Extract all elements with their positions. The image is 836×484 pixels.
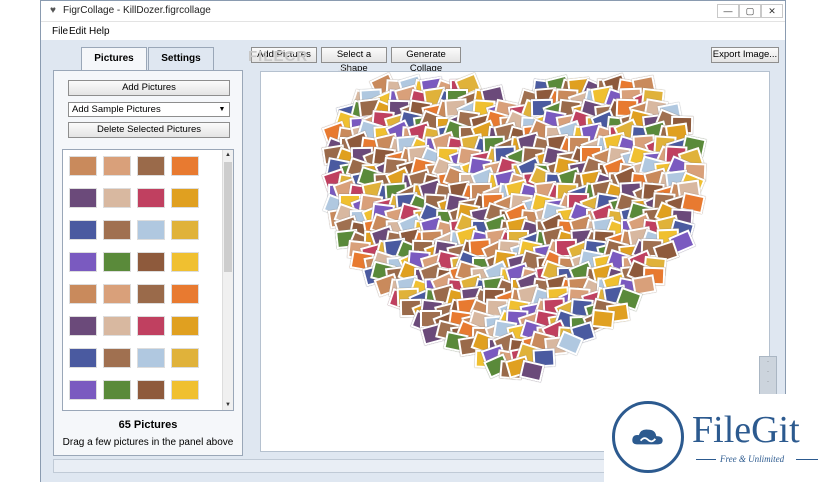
tab-settings[interactable]: Settings bbox=[148, 47, 214, 71]
sample-pictures-select[interactable]: Add Sample Pictures ▼ bbox=[68, 102, 230, 117]
menu-bar: File Edit Help bbox=[41, 22, 785, 40]
thumbnail-image[interactable] bbox=[171, 220, 199, 240]
tagline-rule-left bbox=[696, 459, 716, 460]
add-pictures-button[interactable]: Add Pictures bbox=[68, 80, 230, 96]
thumbnail-image[interactable] bbox=[171, 156, 199, 176]
window-title: FigrCollage - KillDozer.figrcollage bbox=[63, 5, 211, 16]
watermark-brand: FILECR bbox=[248, 48, 309, 65]
thumbnail-image[interactable] bbox=[69, 220, 97, 240]
tab-pictures[interactable]: Pictures bbox=[81, 47, 147, 71]
close-button[interactable]: ✕ bbox=[761, 4, 783, 18]
thumbnail-image[interactable] bbox=[103, 188, 131, 208]
thumbnail-image[interactable] bbox=[69, 188, 97, 208]
filegit-tagline: Free & Unlimited bbox=[720, 454, 785, 464]
thumbnail-image[interactable] bbox=[137, 188, 165, 208]
thumbnail-image[interactable] bbox=[103, 220, 131, 240]
thumbnail-image[interactable] bbox=[171, 252, 199, 272]
thumbnail-image[interactable] bbox=[137, 380, 165, 400]
maximize-button[interactable]: ▢ bbox=[739, 4, 761, 18]
thumbnail-scrollbar[interactable]: ▲ ▼ bbox=[222, 150, 233, 410]
menu-help[interactable]: Help bbox=[89, 26, 110, 37]
thumbnail-list[interactable]: ▲ ▼ bbox=[62, 149, 234, 411]
thumbnail-image[interactable] bbox=[103, 316, 131, 336]
delete-selected-button[interactable]: Delete Selected Pictures bbox=[68, 122, 230, 138]
filegit-name: FileGit bbox=[692, 409, 800, 451]
drag-hint: Drag a few pictures in the panel above bbox=[62, 437, 234, 448]
thumbnail-image[interactable] bbox=[171, 316, 199, 336]
thumbnail-image[interactable] bbox=[171, 188, 199, 208]
thumbnail-image[interactable] bbox=[69, 348, 97, 368]
thumbnail-image[interactable] bbox=[137, 220, 165, 240]
thumbnail-image[interactable] bbox=[171, 284, 199, 304]
scroll-thumb[interactable] bbox=[224, 162, 232, 272]
thumbnail-image[interactable] bbox=[171, 348, 199, 368]
filegit-badge: FileGit Free & Unlimited bbox=[604, 394, 836, 484]
thumbnail-image[interactable] bbox=[69, 284, 97, 304]
sample-pictures-value: Add Sample Pictures bbox=[72, 104, 161, 115]
cloud-icon bbox=[632, 429, 663, 445]
minimize-button[interactable]: — bbox=[717, 4, 739, 18]
thumbnail-image[interactable] bbox=[103, 156, 131, 176]
tagline-rule-right bbox=[796, 459, 818, 460]
pictures-panel: Add Pictures Add Sample Pictures ▼ Delet… bbox=[53, 70, 243, 456]
thumbnail-image[interactable] bbox=[137, 316, 165, 336]
thumbnail-image[interactable] bbox=[137, 156, 165, 176]
thumbnail-image[interactable] bbox=[137, 348, 165, 368]
thumbnail-image[interactable] bbox=[103, 284, 131, 304]
picture-count: 65 Pictures bbox=[118, 419, 178, 431]
thumbnail-image[interactable] bbox=[103, 348, 131, 368]
select-shape-button[interactable]: Select a Shape bbox=[321, 47, 387, 74]
generate-collage-button[interactable]: Generate Collage bbox=[391, 47, 461, 74]
scroll-up-icon[interactable]: ▲ bbox=[223, 150, 233, 160]
title-bar: ♥ FigrCollage - KillDozer.figrcollage — … bbox=[41, 1, 785, 22]
menu-edit[interactable]: Edit bbox=[69, 26, 86, 37]
filegit-logo bbox=[612, 401, 684, 473]
watermark-domain: .com bbox=[338, 66, 354, 73]
scroll-down-icon[interactable]: ▼ bbox=[223, 400, 233, 410]
thumbnail-image[interactable] bbox=[69, 316, 97, 336]
thumbnail-image[interactable] bbox=[69, 252, 97, 272]
menu-file[interactable]: File bbox=[52, 26, 68, 37]
collage-photo bbox=[519, 360, 546, 383]
thumbnail-image[interactable] bbox=[69, 380, 97, 400]
collage-photo bbox=[590, 308, 615, 329]
thumbnail-image[interactable] bbox=[137, 284, 165, 304]
thumbnail-image[interactable] bbox=[69, 156, 97, 176]
thumbnail-image[interactable] bbox=[103, 380, 131, 400]
export-image-button[interactable]: Export Image... bbox=[711, 47, 779, 63]
chevron-down-icon: ▼ bbox=[218, 106, 226, 113]
thumbnail-image[interactable] bbox=[103, 252, 131, 272]
app-heart-icon: ♥ bbox=[50, 5, 56, 16]
thumbnail-image[interactable] bbox=[171, 380, 199, 400]
thumbnail-image[interactable] bbox=[137, 252, 165, 272]
